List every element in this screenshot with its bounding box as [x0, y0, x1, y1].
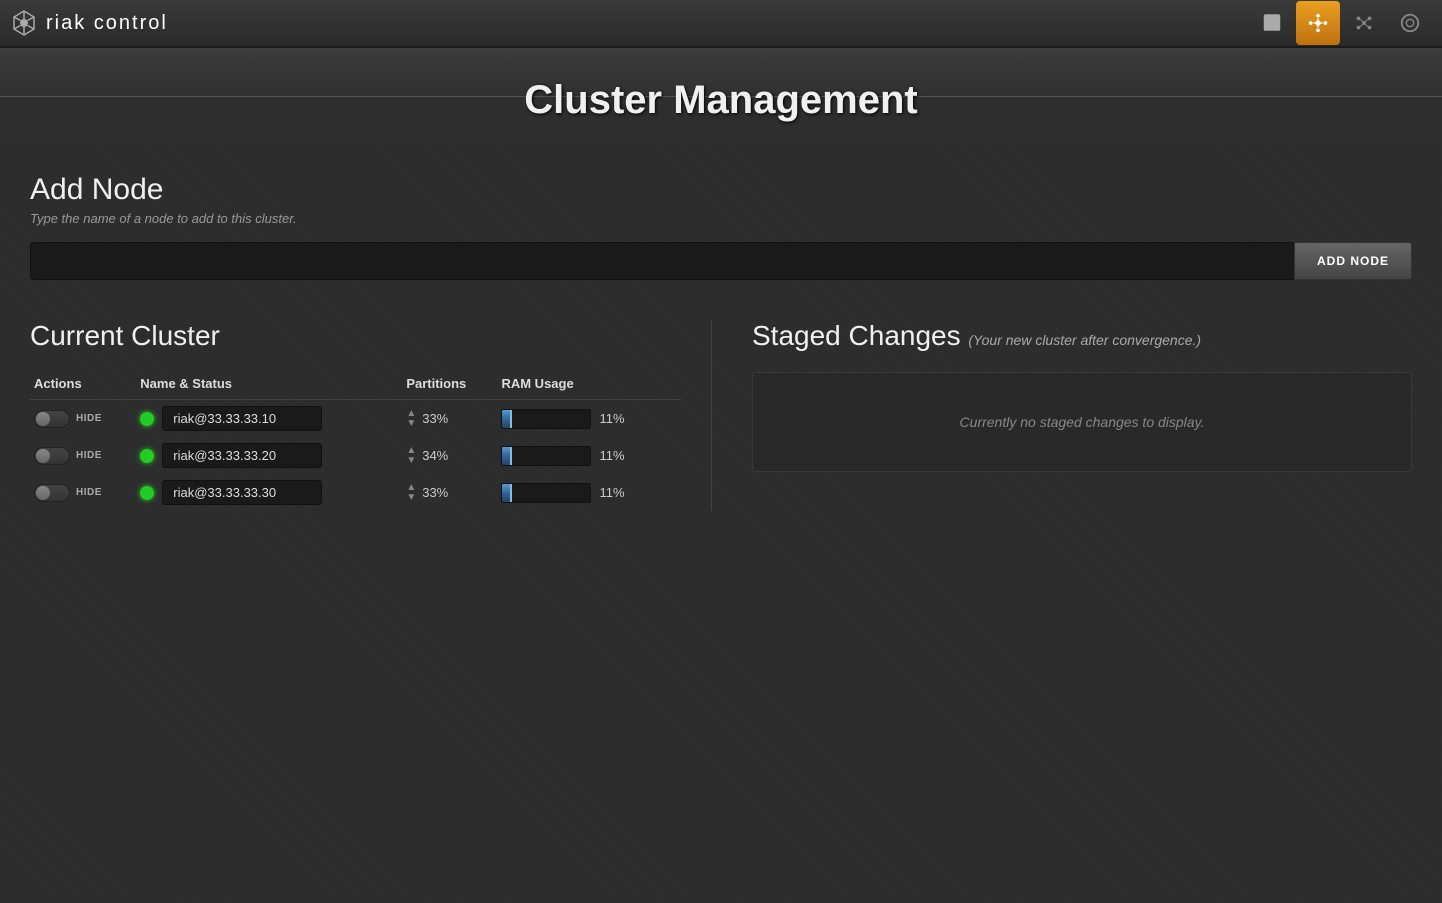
ram-bar-fill-1: [502, 447, 512, 465]
add-node-button[interactable]: ADD NODE: [1294, 242, 1412, 280]
status-dot-1: [140, 449, 154, 463]
cluster-table: Actions Name & Status Partitions RAM Usa…: [30, 368, 681, 511]
navbar: riak control: [0, 0, 1442, 48]
ram-pct-0: 11%: [599, 411, 624, 426]
name-status-cell-1: riak@33.33.33.20: [136, 437, 402, 474]
ram-cell-0: 11%: [497, 400, 681, 438]
toggle-group-0: HIDE: [34, 410, 132, 428]
ram-bar-fill-2: [502, 484, 512, 502]
nav-icon-group: [1250, 1, 1432, 45]
ram-pct-1: 11%: [599, 448, 624, 463]
camera-icon: [1261, 12, 1283, 34]
partition-pct-0: 33%: [422, 411, 448, 426]
ram-cell-2: 11%: [497, 474, 681, 511]
camera-nav-btn[interactable]: [1250, 1, 1294, 45]
hide-btn-0[interactable]: HIDE: [76, 413, 102, 424]
cluster-nav-btn[interactable]: [1296, 1, 1340, 45]
partitions-cell-1: ▲▼ 34%: [402, 437, 497, 474]
actions-cell-1: HIDE: [30, 437, 136, 474]
current-cluster-section: Current Cluster Actions Name & Status Pa…: [30, 320, 712, 511]
ring-icon: [1399, 12, 1421, 34]
node-name-1: riak@33.33.33.20: [162, 443, 322, 468]
partition-arrows-0: ▲▼: [406, 409, 416, 429]
partition-arrows-1: ▲▼: [406, 446, 416, 466]
toggle-switch-2[interactable]: [34, 484, 70, 502]
add-node-subtitle: Type the name of a node to add to this c…: [30, 211, 1412, 226]
current-cluster-title: Current Cluster: [30, 320, 681, 352]
col-partitions: Partitions: [402, 368, 497, 400]
page-header: Cluster Management: [0, 48, 1442, 143]
col-actions: Actions: [30, 368, 136, 400]
table-row: HIDE riak@33.33.33.30 ▲▼ 33%: [30, 474, 681, 511]
nodes-icon: [1353, 12, 1375, 34]
partitions-cell-0: ▲▼ 33%: [402, 400, 497, 438]
ram-bar-container-2: [501, 483, 591, 503]
toggle-group-1: HIDE: [34, 447, 132, 465]
app-name: riak control: [46, 12, 168, 35]
toggle-switch-0[interactable]: [34, 410, 70, 428]
status-dot-2: [140, 486, 154, 500]
partitions-cell-2: ▲▼ 33%: [402, 474, 497, 511]
actions-cell-0: HIDE: [30, 400, 136, 438]
staged-changes-note: (Your new cluster after convergence.): [968, 332, 1201, 348]
brand: riak control: [10, 9, 168, 37]
cluster-layout: Current Cluster Actions Name & Status Pa…: [30, 320, 1412, 511]
hide-btn-2[interactable]: HIDE: [76, 487, 102, 498]
ring-nav-btn[interactable]: [1388, 1, 1432, 45]
ram-bar-container-0: [501, 409, 591, 429]
partition-arrows-2: ▲▼: [406, 483, 416, 503]
col-name-status: Name & Status: [136, 368, 402, 400]
riak-logo: [10, 9, 38, 37]
add-node-input[interactable]: [30, 242, 1294, 280]
ram-cell-1: 11%: [497, 437, 681, 474]
table-row: HIDE riak@33.33.33.10 ▲▼ 33%: [30, 400, 681, 438]
main-content: Add Node Type the name of a node to add …: [0, 143, 1442, 903]
ram-pct-2: 11%: [599, 485, 624, 500]
staged-changes-title: Staged Changes (Your new cluster after c…: [752, 320, 1412, 352]
staged-changes-panel: Currently no staged changes to display.: [752, 372, 1412, 472]
name-status-cell-2: riak@33.33.33.30: [136, 474, 402, 511]
hide-btn-1[interactable]: HIDE: [76, 450, 102, 461]
name-status-cell-0: riak@33.33.33.10: [136, 400, 402, 438]
ram-bar-container-1: [501, 446, 591, 466]
actions-cell-2: HIDE: [30, 474, 136, 511]
toggle-group-2: HIDE: [34, 484, 132, 502]
partition-pct-1: 34%: [422, 448, 448, 463]
toggle-switch-1[interactable]: [34, 447, 70, 465]
partition-pct-2: 33%: [422, 485, 448, 500]
ram-bar-fill-0: [502, 410, 512, 428]
node-name-2: riak@33.33.33.30: [162, 480, 322, 505]
cluster-icon: [1307, 12, 1329, 34]
staged-empty-message: Currently no staged changes to display.: [960, 414, 1205, 430]
nodes-nav-btn[interactable]: [1342, 1, 1386, 45]
status-dot-0: [140, 412, 154, 426]
add-node-title: Add Node: [30, 173, 1412, 207]
table-row: HIDE riak@33.33.33.20 ▲▼ 34%: [30, 437, 681, 474]
node-name-0: riak@33.33.33.10: [162, 406, 322, 431]
page-title: Cluster Management: [484, 78, 957, 123]
staged-changes-section: Staged Changes (Your new cluster after c…: [732, 320, 1412, 511]
add-node-form: ADD NODE: [30, 242, 1412, 280]
add-node-section: Add Node Type the name of a node to add …: [30, 173, 1412, 280]
col-ram-usage: RAM Usage: [497, 368, 681, 400]
